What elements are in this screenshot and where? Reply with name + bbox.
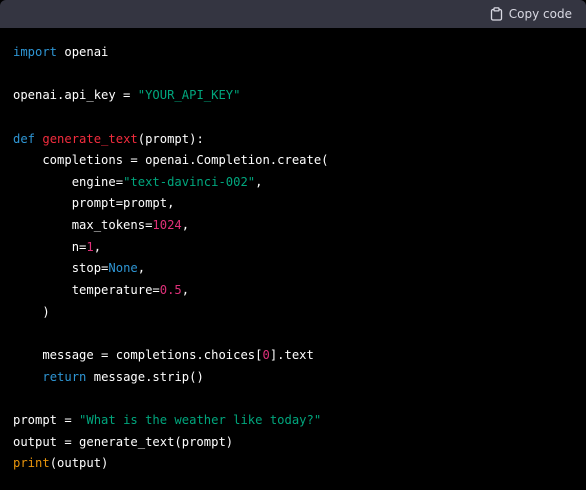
code-token-plain: max_tokens= <box>13 218 153 233</box>
code-token-plain: n= <box>13 239 87 254</box>
code-line: prompt=prompt, <box>13 193 576 215</box>
code-line: n=1, <box>13 237 576 259</box>
code-block: Copy code import openai openai.api_key =… <box>0 0 586 490</box>
code-token-plain: , <box>93 239 102 254</box>
code-line: ) <box>13 302 576 324</box>
code-line: def generate_text(prompt): <box>13 129 576 151</box>
code-toolbar: Copy code <box>0 0 586 28</box>
code-content[interactable]: import openai openai.api_key = "YOUR_API… <box>13 42 576 475</box>
code-line: openai.api_key = "YOUR_API_KEY" <box>13 85 576 107</box>
code-line: max_tokens=1024, <box>13 215 576 237</box>
code-token-kw: import <box>13 45 58 59</box>
code-token-plain: , <box>255 174 263 189</box>
code-line: import openai <box>13 42 576 64</box>
code-token-kw: return <box>42 369 87 384</box>
code-token-plain: openai.api_key = <box>13 88 138 103</box>
code-token-plain: prompt=prompt, <box>13 196 175 211</box>
code-line: return message.strip() <box>13 367 576 389</box>
code-token-plain: completions = openai.Completion.create( <box>13 153 329 168</box>
code-token-str: "text-davinci-002" <box>123 174 256 189</box>
code-token-fn: generate_text <box>42 131 138 146</box>
code-line: prompt = "What is the weather like today… <box>13 410 576 432</box>
code-token-plain: , <box>181 218 190 233</box>
code-token-num: 0.5 <box>159 283 182 298</box>
code-line: message = completions.choices[0].text <box>13 345 576 367</box>
code-token-plain: message = completions.choices[ <box>13 347 263 362</box>
clipboard-icon <box>490 7 503 21</box>
code-token-plain: prompt = <box>13 412 80 427</box>
code-line: engine="text-davinci-002", <box>13 172 576 194</box>
copy-code-button[interactable]: Copy code <box>490 7 572 21</box>
code-token-num: 1 <box>86 239 94 254</box>
code-token-plain: , <box>181 283 190 298</box>
code-token-plain: output = generate_text(prompt) <box>13 434 234 449</box>
code-token-num: 1024 <box>152 218 182 233</box>
code-token-plain: (prompt): <box>137 131 204 146</box>
copy-code-label: Copy code <box>508 7 572 21</box>
code-token-plain: stop= <box>13 261 109 276</box>
code-token-plain: (output) <box>49 456 109 471</box>
code-token-const: None <box>108 261 138 276</box>
code-token-kw: def <box>13 131 36 146</box>
code-token-plain: message.strip() <box>86 369 204 384</box>
code-line: print(output) <box>13 453 576 475</box>
code-token-str: "YOUR_API_KEY" <box>137 88 241 103</box>
code-token-plain: ].text <box>269 347 314 362</box>
code-token-num: 0 <box>262 347 270 362</box>
code-token-plain: , <box>137 261 146 276</box>
code-line: completions = openai.Completion.create( <box>13 150 576 172</box>
code-line: output = generate_text(prompt) <box>13 432 576 454</box>
code-token-str: "What is the weather like today?" <box>79 412 322 427</box>
code-token-plain: temperature= <box>13 283 160 298</box>
code-token-builtin: print <box>13 456 50 471</box>
code-token-plain: openai <box>57 45 109 59</box>
code-token-plain: engine= <box>13 174 124 189</box>
code-token-plain: ) <box>13 304 50 319</box>
code-line: stop=None, <box>13 258 576 280</box>
code-line: temperature=0.5, <box>13 280 576 302</box>
